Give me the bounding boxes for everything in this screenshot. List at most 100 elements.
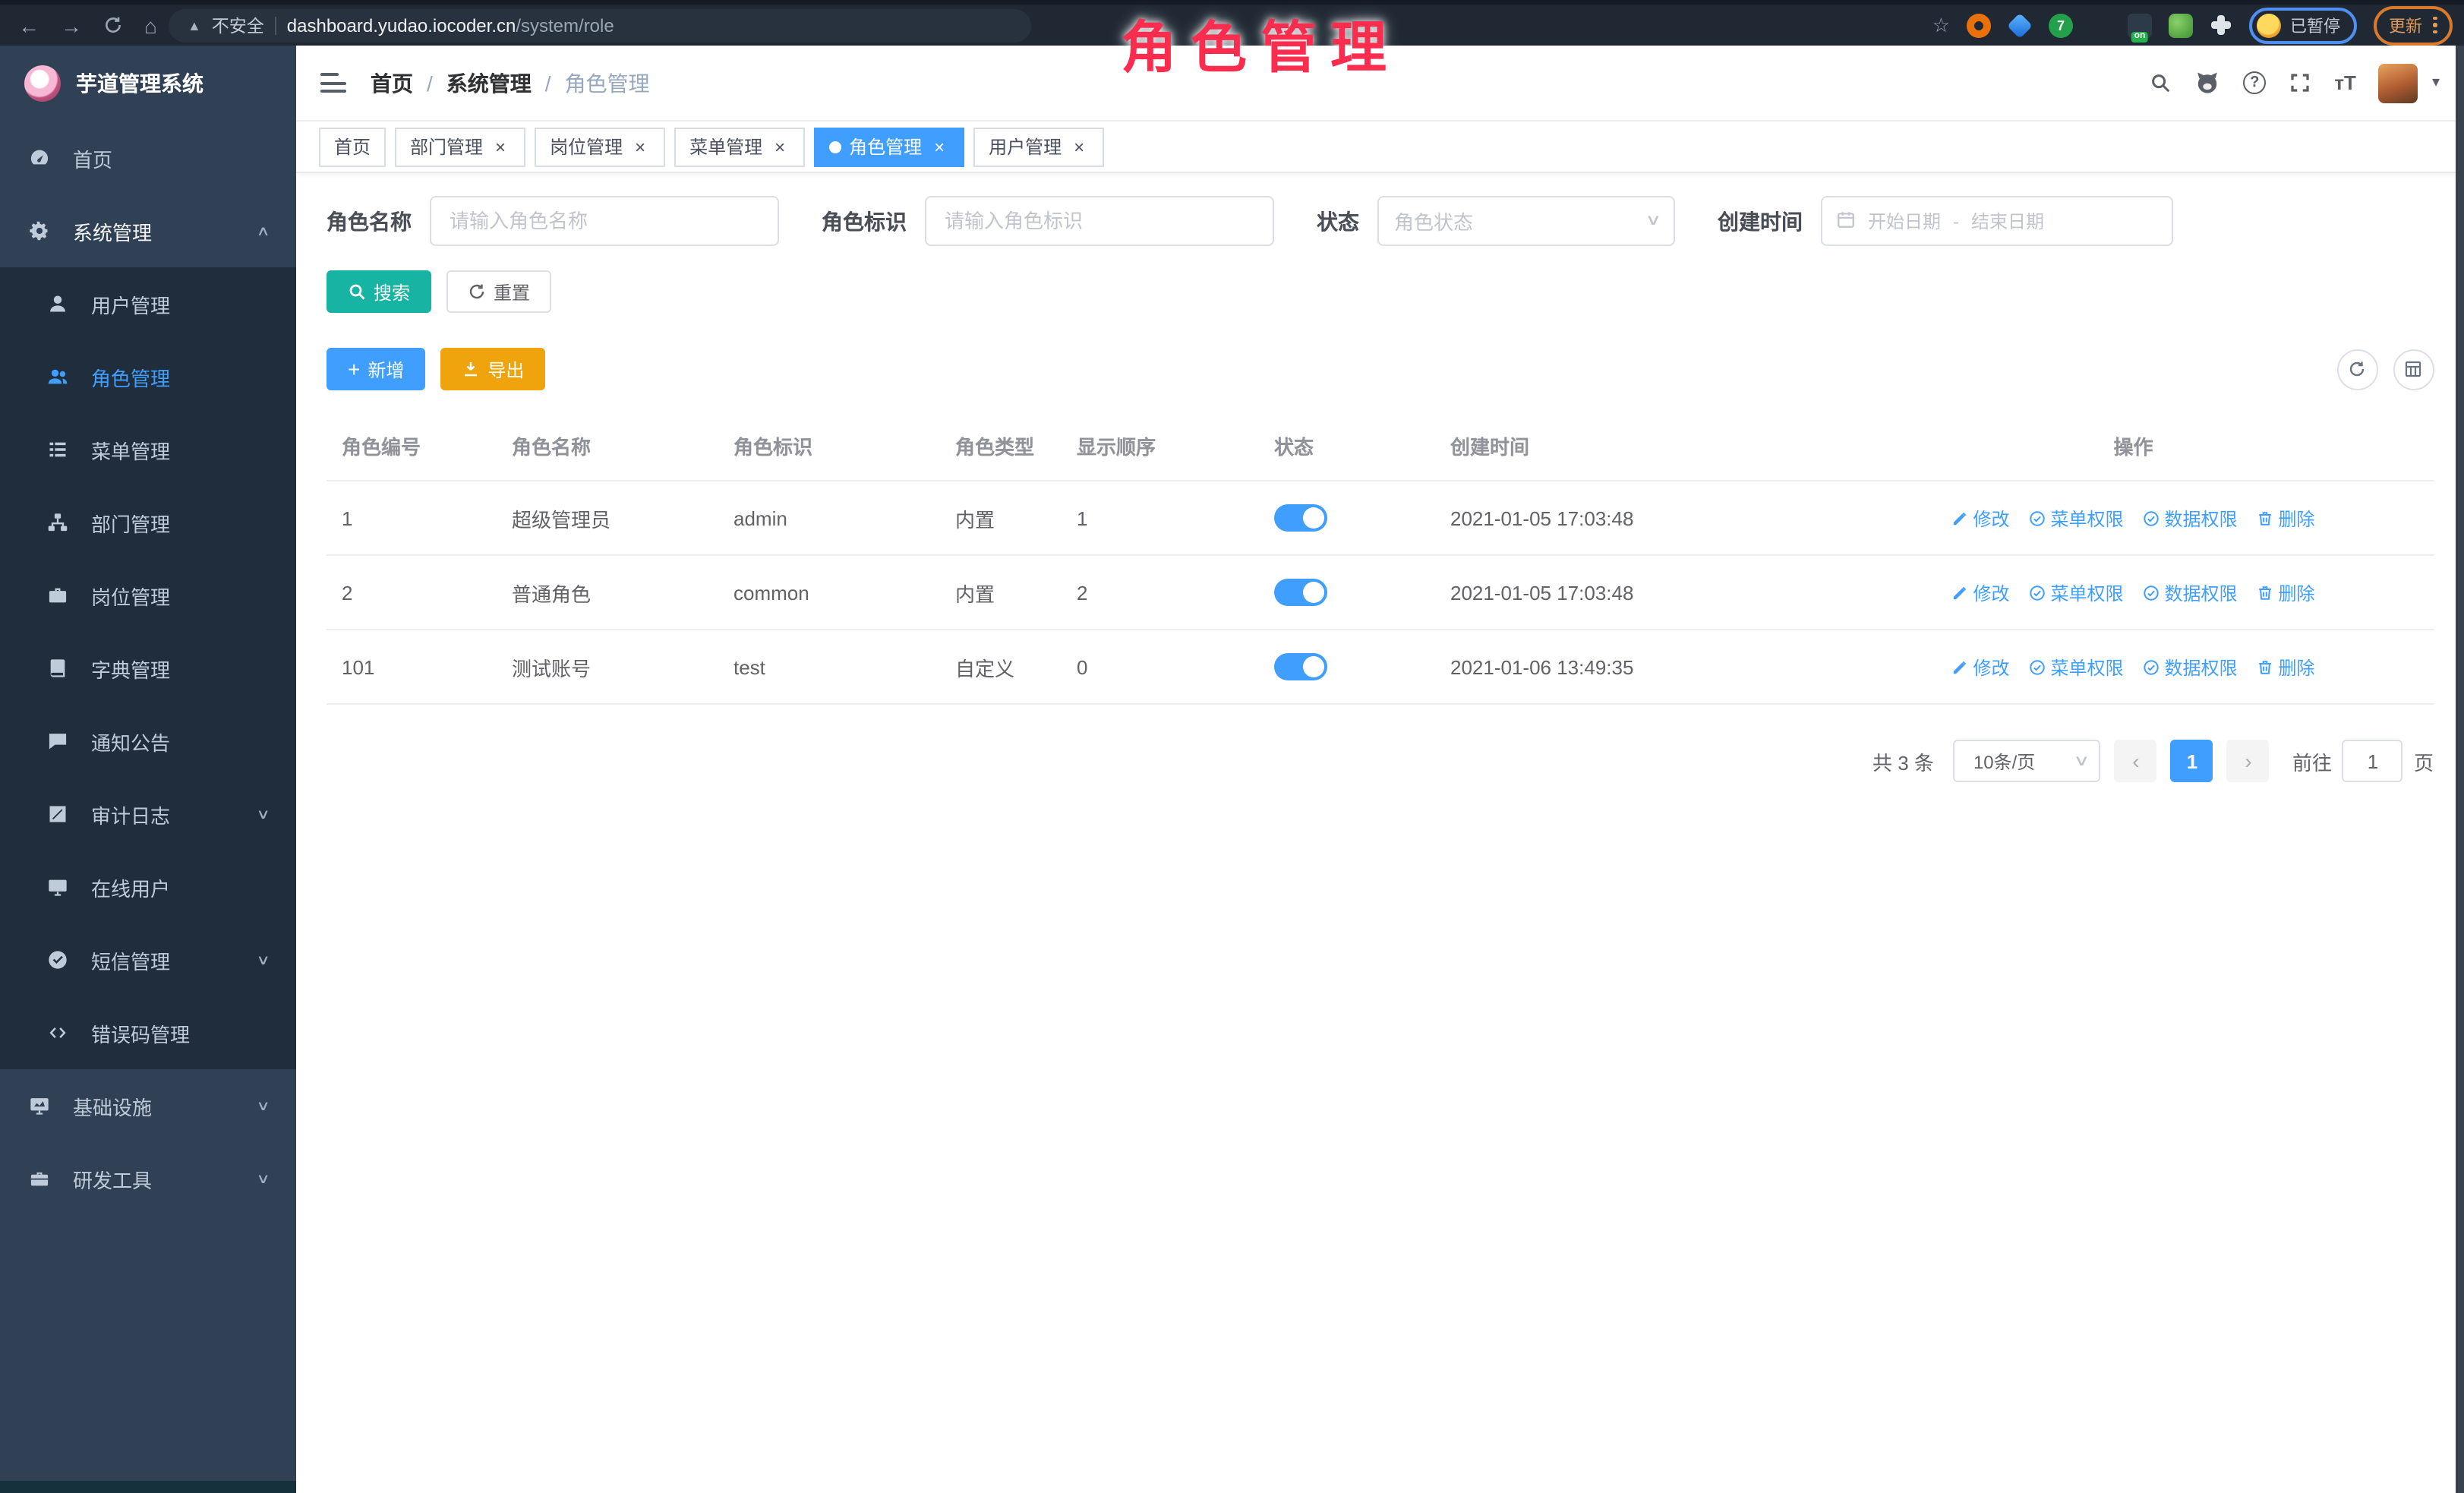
date-range-picker[interactable]: 开始日期 - 结束日期 (1821, 196, 2173, 246)
edit-action-link[interactable]: 修改 (1951, 505, 2009, 531)
user-avatar[interactable] (2379, 63, 2418, 103)
menu-permission-action-link[interactable]: 菜单权限 (2029, 505, 2123, 531)
refresh-table-button[interactable] (2336, 349, 2377, 390)
briefcase-icon (44, 585, 71, 606)
view-tab-active[interactable]: 角色管理 × (814, 127, 964, 166)
delete-action-link[interactable]: 删除 (2257, 654, 2315, 680)
extensions-puzzle-icon[interactable] (2210, 14, 2232, 36)
menu-permission-action-link[interactable]: 菜单权限 (2029, 654, 2123, 680)
browser-profile-chip[interactable]: 已暂停 (2249, 7, 2357, 43)
breadcrumb-home[interactable]: 首页 (371, 68, 413, 98)
reset-button[interactable]: 重置 (446, 270, 551, 313)
omnibox-divider (275, 16, 276, 34)
app-logo-row[interactable]: 芋道管理系统 (0, 46, 296, 122)
audit-log-icon (44, 803, 71, 825)
sidebar-item-dept-mgmt[interactable]: 部门管理 (0, 486, 296, 559)
tab-close-icon[interactable]: × (1069, 137, 1089, 156)
fullscreen-icon[interactable] (2289, 71, 2311, 94)
view-tab-inactive[interactable]: 菜单管理 × (674, 127, 805, 166)
edit-icon (1951, 584, 1968, 601)
sidebar-bottom-strip (0, 1481, 296, 1493)
view-tab-inactive[interactable]: 岗位管理 × (535, 127, 665, 166)
export-button[interactable]: 导出 (440, 348, 545, 390)
filter-form: 角色名称 角色标识 状态 角色状态 ∨ 创建时间 开始日期 (327, 196, 2434, 246)
sidebar-item-sms-mgmt[interactable]: 短信管理 ∨ (0, 923, 296, 996)
error-code-icon (44, 1022, 71, 1043)
chevron-down-icon: ∨ (1645, 213, 1661, 229)
window-scrollbar[interactable] (2455, 46, 2464, 1493)
role-status-cell (1259, 556, 1435, 629)
role-name-input[interactable] (430, 196, 779, 246)
browser-reload-icon[interactable] (103, 15, 123, 35)
sidebar-item-menu-mgmt[interactable]: 菜单管理 (0, 413, 296, 486)
breadcrumb-system[interactable]: 系统管理 (446, 68, 532, 98)
column-settings-button[interactable] (2393, 349, 2434, 390)
sidebar-item-post-mgmt[interactable]: 岗位管理 (0, 559, 296, 632)
font-size-icon[interactable]: ᴛT (2334, 71, 2356, 94)
tab-close-icon[interactable]: × (929, 137, 949, 156)
sidebar-item-role-mgmt[interactable]: 角色管理 (0, 340, 296, 413)
goto-page-input[interactable] (2343, 740, 2403, 782)
extension-icon-grid[interactable] (2090, 14, 2111, 36)
browser-forward-icon[interactable]: → (61, 14, 82, 36)
browser-home-icon[interactable]: ⌂ (144, 14, 157, 36)
extension-icon-green-badge[interactable]: 7 (2049, 13, 2073, 37)
browser-toolbar-right: ☆ 7 on 已暂停 更新 (1932, 5, 2452, 45)
search-button[interactable]: 搜索 (327, 270, 431, 313)
sidebar-item-system-mgmt[interactable]: 系统管理 ∧ (0, 194, 296, 267)
sidebar-item-dev-tools[interactable]: 研发工具 ∨ (0, 1142, 296, 1215)
sidebar-item-error-code-mgmt[interactable]: 错误码管理 (0, 996, 296, 1069)
help-icon[interactable]: ? (2243, 71, 2266, 94)
role-created-cell: 2021-01-06 13:49:35 (1435, 630, 1833, 703)
view-tab-inactive[interactable]: 用户管理 × (973, 127, 1104, 166)
status-select[interactable]: 角色状态 ∨ (1377, 196, 1675, 246)
delete-action-link[interactable]: 删除 (2257, 579, 2315, 605)
trash-icon (2257, 584, 2274, 601)
tab-close-icon[interactable]: × (491, 137, 510, 156)
role-sort-cell: 1 (1062, 481, 1259, 554)
bookmark-star-icon[interactable]: ☆ (1932, 15, 1950, 35)
data-permission-action-link[interactable]: 数据权限 (2144, 579, 2238, 605)
sidebar-toggle-icon[interactable] (320, 73, 346, 93)
tab-close-icon[interactable]: × (630, 137, 650, 156)
extension-icon-green-sprout[interactable] (2169, 13, 2193, 37)
sidebar-item-infrastructure[interactable]: 基础设施 ∨ (0, 1069, 296, 1142)
data-permission-action-link[interactable]: 数据权限 (2144, 505, 2238, 531)
browser-menu-icon[interactable] (2433, 17, 2437, 34)
delete-action-link[interactable]: 删除 (2257, 505, 2315, 531)
edit-action-link[interactable]: 修改 (1951, 579, 2009, 605)
tab-close-icon[interactable]: × (770, 137, 790, 156)
chevron-down-icon[interactable]: ▾ (2432, 74, 2440, 91)
status-toggle[interactable] (1274, 504, 1327, 532)
prev-page-button[interactable]: ‹ (2115, 740, 2157, 782)
extension-icon-dark-switch[interactable]: on (2128, 13, 2152, 37)
github-icon[interactable] (2194, 70, 2220, 96)
sidebar-item-online-users[interactable]: 在线用户 (0, 851, 296, 923)
status-toggle[interactable] (1274, 653, 1327, 680)
next-page-button[interactable]: › (2227, 740, 2270, 782)
browser-back-icon[interactable]: ← (18, 14, 39, 36)
sidebar-item-home[interactable]: 首页 (0, 122, 296, 194)
search-icon[interactable] (2149, 71, 2172, 94)
sidebar-item-audit-log[interactable]: 审计日志 ∨ (0, 778, 296, 851)
page-1-button[interactable]: 1 (2171, 740, 2213, 782)
view-tab-inactive[interactable]: 部门管理 × (395, 127, 525, 166)
page-size-select[interactable]: 10条/页 ∨ (1954, 740, 2101, 782)
status-toggle[interactable] (1274, 579, 1327, 606)
extension-icon-blue-gem[interactable] (2007, 12, 2033, 38)
add-button[interactable]: + 新增 (327, 348, 425, 390)
data-permission-action-link[interactable]: 数据权限 (2144, 654, 2238, 680)
role-name-label: 角色名称 (327, 206, 412, 236)
extension-icon-orange-ring[interactable] (1967, 13, 1991, 37)
sidebar-item-notice[interactable]: 通知公告 (0, 705, 296, 778)
address-bar[interactable]: ▲ 不安全 dashboard.yudao.iocoder.cn/system/… (169, 8, 1032, 42)
chevron-down-icon: ∨ (257, 1170, 270, 1187)
view-tab-inactive[interactable]: 首页 × (319, 127, 386, 166)
chevron-down-icon: ∨ (257, 806, 270, 822)
sidebar-item-dict-mgmt[interactable]: 字典管理 (0, 632, 296, 705)
browser-update-button[interactable]: 更新 (2374, 5, 2452, 45)
edit-action-link[interactable]: 修改 (1951, 654, 2009, 680)
role-key-input[interactable] (925, 196, 1274, 246)
menu-permission-action-link[interactable]: 菜单权限 (2029, 579, 2123, 605)
sidebar-item-user-mgmt[interactable]: 用户管理 (0, 267, 296, 340)
